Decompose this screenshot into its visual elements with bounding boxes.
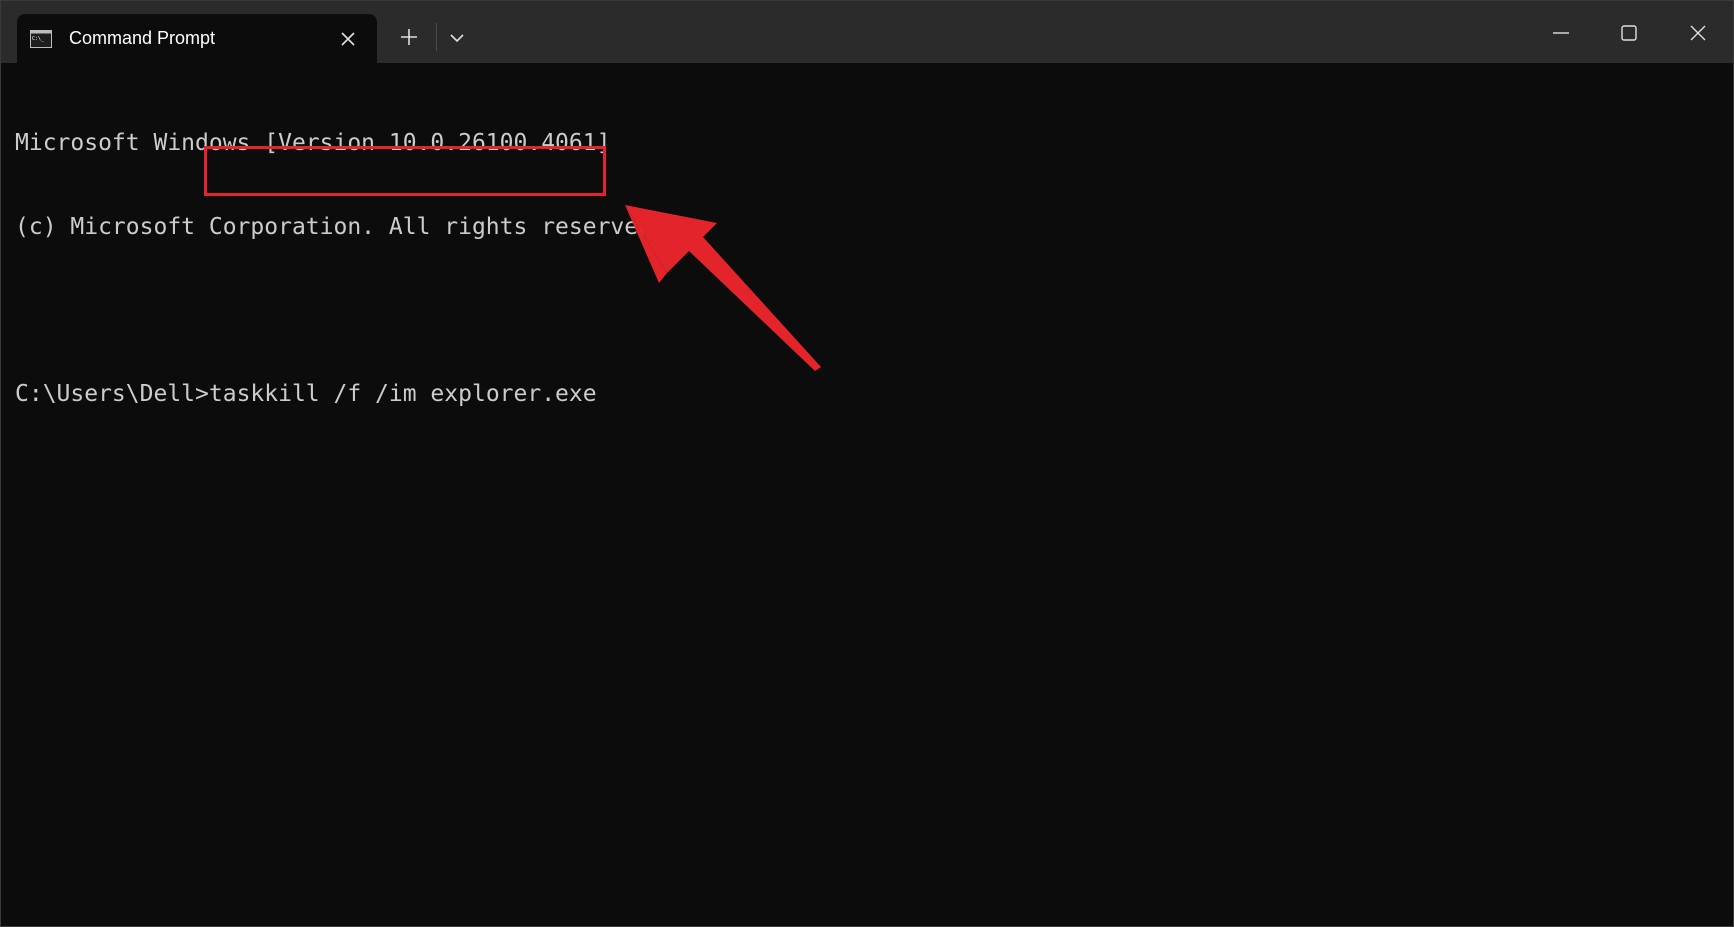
terminal-output[interactable]: Microsoft Windows [Version 10.0.26100.40… [1,63,1733,926]
tab-command-prompt[interactable]: C:\_ Command Prompt [17,14,377,63]
red-arrow-annotation [625,205,821,371]
maximize-icon[interactable] [1605,9,1653,57]
terminal-line-version: Microsoft Windows [Version 10.0.26100.40… [15,130,611,156]
svg-text:C:\_: C:\_ [32,36,45,42]
minimize-icon[interactable] [1537,9,1585,57]
command-prompt-icon: C:\_ [30,30,52,48]
terminal-window: C:\_ Command Prompt Microsoft Windows [V… [0,0,1734,927]
close-icon[interactable] [335,26,361,52]
close-window-icon[interactable] [1674,9,1722,57]
terminal-line-copyright: (c) Microsoft Corporation. All rights re… [15,214,666,240]
command-text[interactable]: taskkill /f /im explorer.exe [209,380,597,408]
prompt: C:\Users\Dell> [15,381,209,407]
title-bar[interactable]: C:\_ Command Prompt [1,1,1733,63]
new-tab-button[interactable] [393,19,425,55]
tab-title: Command Prompt [69,28,216,48]
chevron-down-icon[interactable] [441,19,473,55]
tab-divider [436,23,437,51]
command-line[interactable]: C:\Users\Dell> taskkill /f /im explorer.e… [15,380,1733,408]
